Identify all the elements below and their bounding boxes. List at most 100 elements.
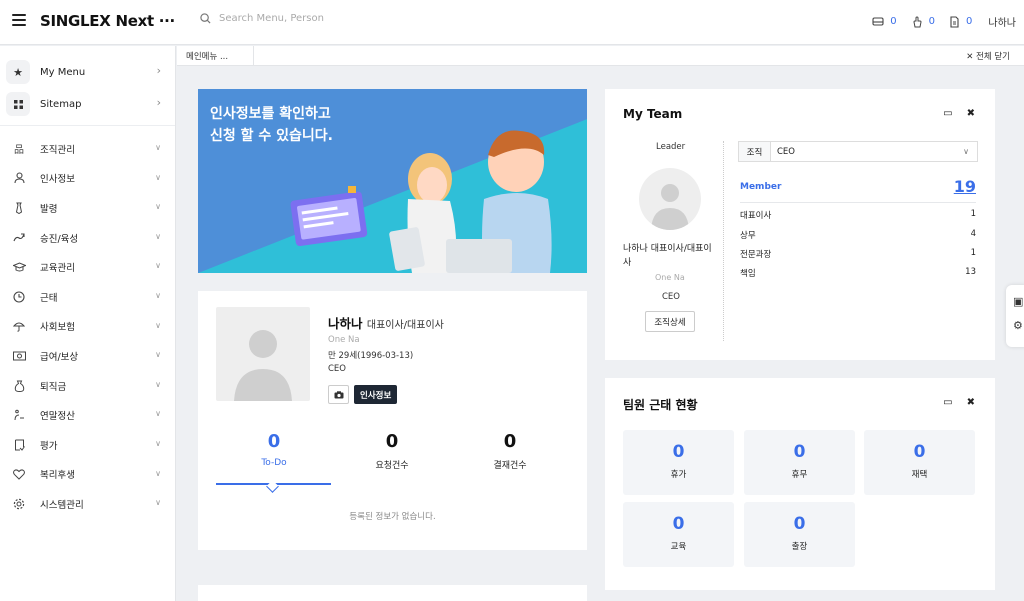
maximize-icon[interactable]: ▭ xyxy=(943,108,952,119)
stat-requests-label: 요청건수 xyxy=(375,461,409,471)
sidebar-menu: 品 조직관리 ∨ 인사정보 ∨ 발령 ∨ 승진/육성 ∨ 교육관리 ∨ 근태 ∨ 사회보험 ∨ … xyxy=(0,126,175,519)
close-all-tabs-button[interactable]: ✕ 전체 닫기 xyxy=(966,50,1010,62)
role-count: 4 xyxy=(970,229,976,239)
org-select[interactable]: 조직 CEO ∨ xyxy=(738,141,978,162)
sidebar-my-menu-label: My Menu xyxy=(40,66,86,78)
close-icon[interactable]: ✖ xyxy=(967,397,975,408)
chevron-down-icon: ∨ xyxy=(155,468,161,478)
attendance-value: 0 xyxy=(672,514,685,534)
document-count[interactable]: 0 xyxy=(966,16,972,27)
role-count: 1 xyxy=(970,248,976,258)
close-all-label: 전체 닫기 xyxy=(976,52,1010,62)
org-select-label: 조직 xyxy=(739,142,771,161)
sidebar-item-severance[interactable]: 퇴직금 ∨ xyxy=(0,371,175,401)
stat-requests[interactable]: 0 요청건수 xyxy=(334,431,450,471)
org-detail-button[interactable]: 조직상세 xyxy=(645,311,695,332)
attendance-label: 휴가 xyxy=(670,470,687,480)
attendance-label: 교육 xyxy=(670,542,687,552)
sidebar-sitemap-label: Sitemap xyxy=(40,98,82,110)
attendance-leave[interactable]: 0 휴가 xyxy=(623,430,734,495)
camera-button[interactable] xyxy=(328,385,349,404)
sidebar-item-label: 급여/보상 xyxy=(40,351,79,363)
profile-card: 나하나 대표이사/대표이사 One Na 만 29세(1996-03-13) C… xyxy=(198,291,587,550)
sidebar-item-promotion[interactable]: 승진/육성 ∨ xyxy=(0,223,175,253)
attendance-remote[interactable]: 0 재택 xyxy=(864,430,975,495)
close-icon[interactable]: ✖ xyxy=(967,108,975,119)
search-input[interactable] xyxy=(219,13,439,24)
chevron-right-icon: › xyxy=(156,64,161,77)
hand-count[interactable]: 0 xyxy=(929,16,935,27)
sidebar-sitemap[interactable]: Sitemap › xyxy=(0,88,175,120)
chevron-down-icon: ∨ xyxy=(155,320,161,330)
stat-approvals-value: 0 xyxy=(503,431,517,452)
user-name[interactable]: 나하나 xyxy=(988,14,1016,29)
divider xyxy=(723,141,724,341)
sidebar-item-appointment[interactable]: 발령 ∨ xyxy=(0,193,175,223)
sidebar-item-system[interactable]: 시스템관리 ∨ xyxy=(0,489,175,519)
sidebar-item-label: 승진/육성 xyxy=(40,233,79,245)
sidebar-item-label: 조직관리 xyxy=(40,144,75,156)
stat-approvals[interactable]: 0 결재건수 xyxy=(452,431,568,471)
role-row: 전문과장 1 xyxy=(740,248,976,260)
heart-icon xyxy=(12,467,26,481)
sidebar-item-education[interactable]: 교육관리 ∨ xyxy=(0,252,175,282)
sidebar-item-hr-info[interactable]: 인사정보 ∨ xyxy=(0,164,175,194)
empty-message: 등록된 정보가 없습니다. xyxy=(349,512,436,522)
role-row: 대표이사 1 xyxy=(740,209,976,221)
sidebar-item-year-end[interactable]: 연말정산 ∨ xyxy=(0,400,175,430)
leader-name: 나하나 대표이사/대표이사 xyxy=(623,244,712,268)
sidebar-item-insurance[interactable]: 사회보험 ∨ xyxy=(0,312,175,342)
document-icon[interactable] xyxy=(949,15,960,28)
sidebar-item-attendance[interactable]: 근태 ∨ xyxy=(0,282,175,312)
save-icon[interactable]: ▣ xyxy=(1013,295,1023,308)
pouch-icon xyxy=(12,379,26,393)
role-label: 대표이사 xyxy=(740,211,772,221)
stat-approvals-label: 결재건수 xyxy=(493,461,527,471)
leader-position: CEO xyxy=(662,292,680,302)
attendance-training[interactable]: 0 교육 xyxy=(623,502,734,567)
role-label: 책임 xyxy=(740,269,756,279)
stat-todo-label: To-Do xyxy=(261,458,287,468)
attendance-business-trip[interactable]: 0 출장 xyxy=(744,502,855,567)
chevron-right-icon: › xyxy=(156,96,161,109)
tab-main-menu[interactable]: 메인메뉴 ... xyxy=(177,46,254,66)
search-box[interactable] xyxy=(200,13,439,24)
chevron-down-icon: ∨ xyxy=(155,172,161,182)
brand-logo[interactable]: SINGLEX Next ··· xyxy=(40,12,175,30)
inbox-count[interactable]: 0 xyxy=(890,16,896,27)
tab-strip: 메인메뉴 ... ✕ 전체 닫기 xyxy=(177,46,1024,66)
member-count[interactable]: 19 xyxy=(954,177,976,196)
settings-icon[interactable]: ⚙ xyxy=(1013,319,1023,332)
close-icon: ✕ xyxy=(966,52,974,62)
sidebar-item-payroll[interactable]: 급여/보상 ∨ xyxy=(0,341,175,371)
member-divider xyxy=(740,202,976,203)
sidebar-my-menu[interactable]: ★ My Menu › xyxy=(0,56,175,88)
sidebar-item-org[interactable]: 品 조직관리 ∨ xyxy=(0,134,175,164)
attendance-value: 0 xyxy=(913,442,926,462)
sidebar-item-evaluation[interactable]: 평가 ∨ xyxy=(0,430,175,460)
promo-banner[interactable]: 인사정보를 확인하고 신청 할 수 있습니다. xyxy=(198,89,587,273)
calculator-icon xyxy=(12,408,26,422)
maximize-icon[interactable]: ▭ xyxy=(943,397,952,408)
profile-name: 나하나 대표이사/대표이사 xyxy=(328,313,444,332)
top-bar: SINGLEX Next ··· 0 0 0 나하나 xyxy=(0,0,1024,45)
attendance-value: 0 xyxy=(793,442,806,462)
umbrella-icon xyxy=(12,319,26,333)
attendance-leave-of-absence[interactable]: 0 휴무 xyxy=(744,430,855,495)
hamburger-menu-icon[interactable] xyxy=(12,14,26,26)
banner-line-1: 인사정보를 확인하고 xyxy=(210,106,331,122)
stat-todo[interactable]: 0 To-Do xyxy=(216,431,332,468)
grid-icon xyxy=(6,92,30,116)
role-row: 책임 13 xyxy=(740,267,976,279)
sidebar-item-label: 평가 xyxy=(40,440,58,452)
hr-info-button[interactable]: 인사정보 xyxy=(354,385,398,404)
clock-icon xyxy=(12,290,26,304)
profile-name-text: 나하나 xyxy=(328,316,363,331)
sidebar-item-label: 시스템관리 xyxy=(40,499,84,511)
star-icon: ★ xyxy=(6,60,30,84)
hand-icon[interactable] xyxy=(911,15,923,28)
leader-avatar xyxy=(639,168,701,230)
inbox-icon[interactable] xyxy=(872,16,884,27)
sidebar-item-welfare[interactable]: 복리후생 ∨ xyxy=(0,460,175,490)
chevron-down-icon: ∨ xyxy=(155,409,161,419)
